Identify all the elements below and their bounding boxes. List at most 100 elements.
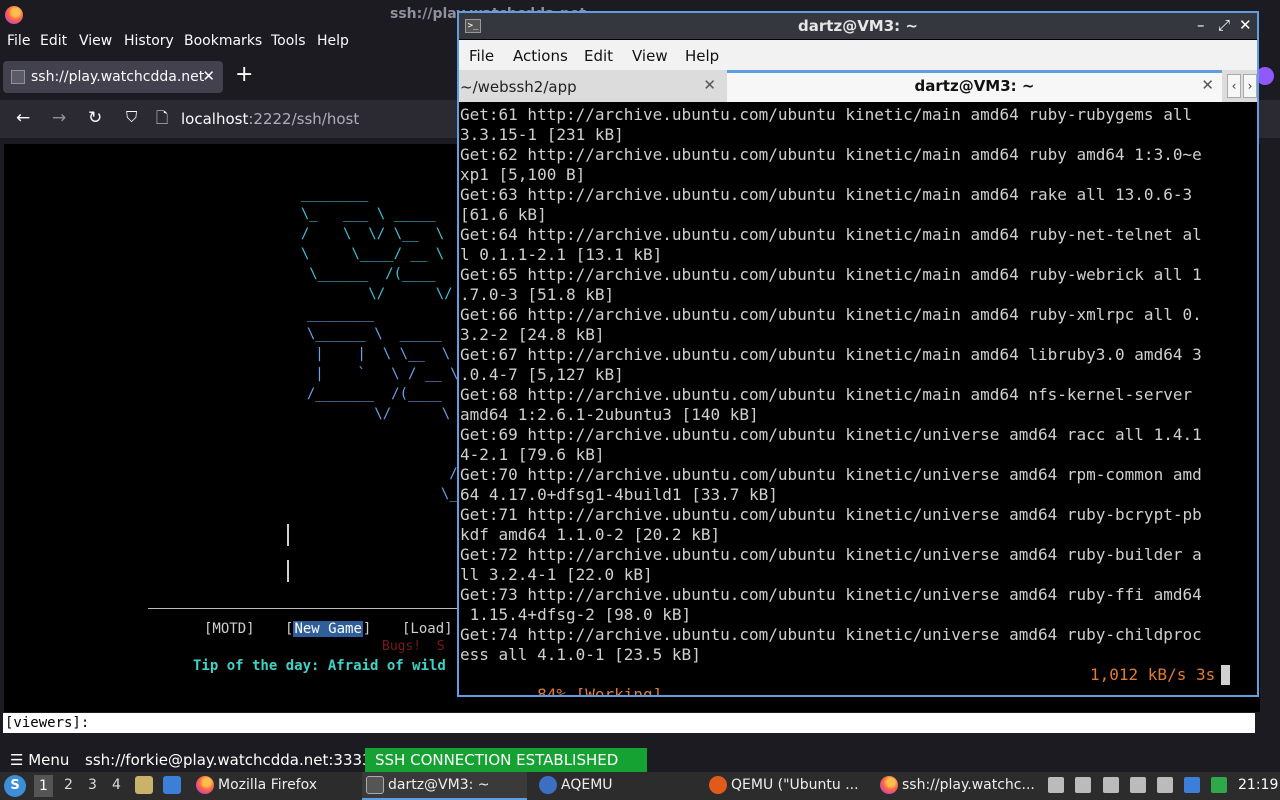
menu-help[interactable]: Help [317,33,349,49]
new-tab-icon[interactable]: + [235,62,253,87]
clipboard-icon[interactable] [1048,777,1064,793]
task-label: AQEMU [561,777,613,793]
close-tab-icon[interactable]: ✕ [1201,76,1214,94]
clock: 21:19 [1238,777,1279,793]
start-menu-icon[interactable]: S [4,775,26,797]
terminal-line: 3.3.15-1 [231 kB] [460,125,624,144]
terminal-icon [366,776,384,794]
terminal-menubar: File Actions Edit View Help [459,40,1257,70]
apt-progress-line: 84% [Working] 1,012 kB/s 3s [460,665,1256,695]
maximize-icon[interactable]: ⤢ [1218,16,1230,34]
firefox-logo-icon [5,6,23,24]
desktop: ssh://play.watchcdda.net File Edit View … [0,0,1280,800]
term-menu-view[interactable]: View [632,47,668,65]
shield-icon[interactable]: ⛉ [126,108,137,126]
browser-tab[interactable]: ssh://play.watchcdda.net ✕ [3,61,223,93]
workspace-4[interactable]: 4 [112,777,121,793]
task-firefox-ssh[interactable]: ssh://play.watchc... [876,772,1041,800]
task-aqemu[interactable]: AQEMU [535,772,695,800]
reload-icon[interactable]: ↻ [88,108,102,128]
game-divider [148,608,468,609]
game-line-marker [287,524,289,546]
terminal-line: Get:63 http://archive.ubuntu.com/ubuntu … [460,185,1193,204]
volume-icon[interactable] [1075,777,1091,793]
task-firefox[interactable]: Mozilla Firefox [192,772,357,800]
game-logo-ascii-top: ________ \_ ___ \ _____ / \ \/ \__ \ \ \… [300,186,453,302]
menu-tools[interactable]: Tools [271,33,306,49]
task-label: dartz@VM3: ~ [388,777,490,793]
viewers-input[interactable]: [viewers]: [3,713,1255,733]
term-menu-help[interactable]: Help [685,47,719,65]
menu-new-game[interactable]: [New Game] [285,621,371,637]
task-label: QEMU ("Ubuntu ... [731,777,859,793]
show-desktop-icon[interactable] [163,776,181,794]
menu-history[interactable]: History [124,33,174,49]
file-manager-icon[interactable] [135,776,153,794]
keyboard-icon[interactable] [1130,777,1146,793]
page-favicon-icon [11,70,25,84]
minimize-icon[interactable]: – [1197,16,1205,34]
terminal-line: Get:69 http://archive.ubuntu.com/ubuntu … [460,425,1202,444]
hamburger-icon: ☰ [10,751,29,769]
terminal-tab-webssh[interactable]: ~/webssh2/app ✕ [459,72,724,102]
terminal-line: Get:73 http://archive.ubuntu.com/ubuntu … [460,585,1202,604]
menu-file[interactable]: File [7,33,30,49]
game-line-marker [287,560,289,582]
menu-edit[interactable]: Edit [40,33,67,49]
download-rate: 1,012 kB/s 3s [1090,665,1216,684]
menu-bookmarks[interactable]: Bookmarks [184,33,262,49]
update-icon[interactable] [1157,777,1173,793]
url-host: localhost [181,110,249,128]
task-qemu[interactable]: QEMU ("Ubuntu ... [705,772,870,800]
terminal-line: Get:71 http://archive.ubuntu.com/ubuntu … [460,505,1202,524]
workspace-3[interactable]: 3 [88,777,97,793]
page-icon: 🗋 [156,109,169,127]
terminal-line: Get:62 http://archive.ubuntu.com/ubuntu … [460,145,1202,164]
close-window-icon[interactable]: ✕ [1239,16,1252,34]
close-tab-icon[interactable]: ✕ [202,67,215,85]
terminal-line: .7.0-3 [51.8 kB] [460,285,615,304]
back-icon[interactable]: ← [16,108,30,128]
aqemu-icon [539,776,557,794]
menu-view[interactable]: View [79,33,112,49]
term-menu-file[interactable]: File [469,47,494,65]
webssh-menu-label: Menu [28,751,70,769]
url-bar[interactable]: localhost:2222/ssh/host [181,110,359,128]
ssh-host-label: ssh://forkie@play.watchcdda.net:3333 [85,751,372,769]
term-menu-actions[interactable]: Actions [513,47,568,65]
network-icon[interactable] [1211,777,1227,793]
viewers-label: [viewers]: [5,715,90,731]
menu-load[interactable]: [Load] [402,621,453,637]
game-red-text: Bugs! S [382,639,445,654]
terminal-tab-label: ~/webssh2/app [460,78,577,96]
workspace-2[interactable]: 2 [64,777,73,793]
term-menu-edit[interactable]: Edit [584,47,613,65]
webssh-statusbar: ☰ Menu ssh://forkie@play.watchcdda.net:3… [0,748,1280,772]
bluetooth-icon[interactable] [1184,777,1200,793]
terminal-line: Get:67 http://archive.ubuntu.com/ubuntu … [460,345,1202,364]
terminal-line: [61.6 kB] [460,205,547,224]
webssh-menu-button[interactable]: ☰ Menu [10,751,69,769]
terminal-tabbar: ~/webssh2/app ✕ dartz@VM3: ~ ✕ ‹ › [459,70,1257,102]
terminal-line: Get:65 http://archive.ubuntu.com/ubuntu … [460,265,1202,284]
notes-icon[interactable] [1103,777,1119,793]
firefox-icon [880,776,898,794]
chevron-left-icon[interactable]: ‹ [1227,74,1241,98]
terminal-line: 3.2-2 [24.8 kB] [460,325,605,344]
chevron-right-icon[interactable]: › [1243,74,1257,98]
terminal-tab-home[interactable]: dartz@VM3: ~ ✕ [727,70,1222,102]
terminal-line: Get:61 http://archive.ubuntu.com/ubuntu … [460,105,1193,124]
terminal-line: Get:68 http://archive.ubuntu.com/ubuntu … [460,385,1193,404]
terminal-titlebar[interactable]: >_ dartz@VM3: ~ – ⤢ ✕ [459,13,1257,39]
terminal-line: .0.4-7 [5,127 kB] [460,365,624,384]
terminal-output[interactable]: Get:61 http://archive.ubuntu.com/ubuntu … [460,105,1256,695]
apt-progress: 84% [Working] [537,685,663,695]
task-terminal[interactable]: dartz@VM3: ~ [362,772,527,800]
close-tab-icon[interactable]: ✕ [703,76,716,94]
forward-icon[interactable]: → [52,108,66,128]
taskbar: S 1 2 3 4 Mozilla Firefox dartz@VM3: ~ A… [0,772,1280,800]
menu-motd[interactable]: [MOTD] [204,621,255,637]
workspace-1[interactable]: 1 [34,775,53,797]
terminal-line: 64 4.17.0+dfsg1-4build1 [33.7 kB] [460,485,778,504]
qemu-icon [709,776,727,794]
